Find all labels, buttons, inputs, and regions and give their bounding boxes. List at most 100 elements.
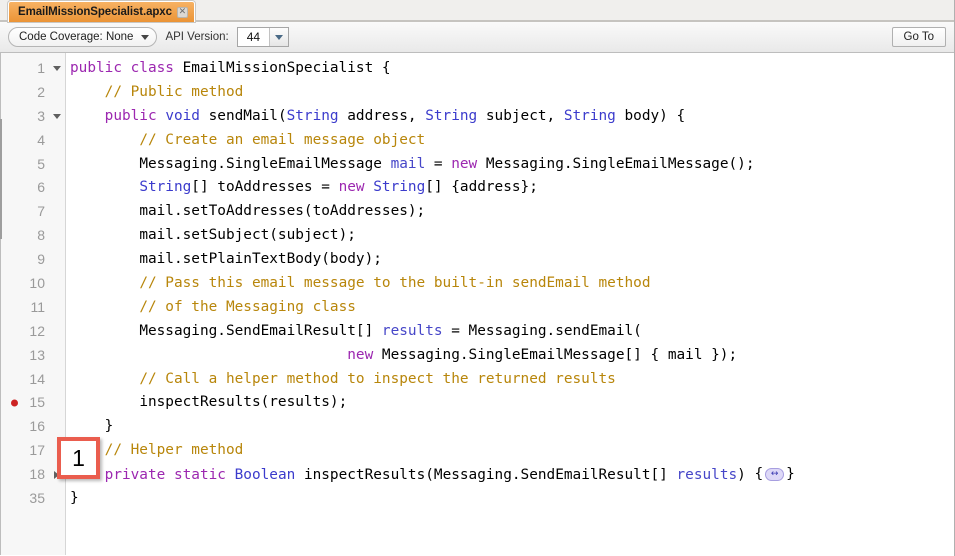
code-token: Messaging.SingleEmailMessage(); [477,155,755,172]
line-number: 1 [37,60,45,76]
code-token: String [563,107,616,124]
chevron-down-icon [274,34,283,40]
code-text: // Pass this email message to the built-… [65,272,954,296]
code-coverage-dropdown[interactable]: Code Coverage: None [8,27,158,47]
code-token: new [338,179,365,196]
code-line[interactable]: 4 // Create an email message object [0,129,954,153]
annotation-callout-step-1: 1 [57,437,100,479]
fold-collapse-icon[interactable] [48,114,65,120]
line-number: 12 [29,322,45,339]
fold-collapse-icon[interactable] [48,66,65,72]
code-token: address, [338,107,426,124]
code-line[interactable]: 11 // of the Messaging class [0,296,954,320]
code-line[interactable]: 14 // Call a helper method to inspect th… [0,368,954,392]
code-text: // Create an email message object [65,129,954,153]
code-line[interactable]: 13 new Messaging.SingleEmailMessage[] { … [0,344,954,368]
code-token: // Public method [104,83,244,100]
code-token: String [139,179,192,196]
code-text: Messaging.SingleEmailMessage mail = new … [65,153,954,177]
line-number: 7 [37,203,45,220]
code-line[interactable]: 16 } [0,415,954,439]
code-line[interactable]: 2 // Public method [0,81,954,105]
code-token: sendMail( [199,107,287,124]
code-text: // Public method [65,81,954,105]
code-token: ) [737,466,755,483]
code-text: Messaging.SendEmailResult[] results = Me… [65,320,954,344]
brace-open: { [754,465,764,482]
code-token: // Helper method [104,442,244,459]
code-text: mail.setSubject(subject); [65,224,954,248]
code-token: [] toAddresses = [191,179,339,196]
close-icon[interactable]: ✕ [176,6,188,18]
api-version-select[interactable]: 44 [236,27,289,47]
code-token: void [165,107,200,124]
code-line[interactable]: 6 String[] toAddresses = new String[] {a… [0,176,954,200]
api-version-value: 44 [246,30,261,44]
code-line[interactable]: 3 public void sendMail(String address, S… [0,105,954,129]
code-token: // of the Messaging class [139,298,356,315]
code-text: mail.setPlainTextBody(body); [65,248,954,272]
go-to-button[interactable]: Go To [891,27,946,47]
code-token: Messaging.SingleEmailMessage [139,155,391,172]
code-line[interactable]: 18 private static Boolean inspectResults… [0,463,954,487]
code-lines[interactable]: 1 public class EmailMissionSpecialist {2 … [0,53,954,555]
code-line[interactable]: 7 mail.setToAddresses(toAddresses); [0,200,954,224]
code-text: // Call a helper method to inspect the r… [65,368,954,392]
code-line[interactable]: 5 Messaging.SingleEmailMessage mail = ne… [0,153,954,177]
code-text: } [65,415,954,439]
api-version-chevron[interactable] [268,28,288,46]
line-number: 10 [29,275,45,292]
code-token: body) { [615,107,686,124]
code-text: public class EmailMissionSpecialist { [65,57,954,81]
code-line[interactable]: 12 Messaging.SendEmailResult[] results =… [0,320,954,344]
code-text: String[] toAddresses = new String[] {add… [65,176,954,200]
chevron-down-icon [141,34,150,40]
code-token: // Create an email message object [139,131,426,148]
code-token: // Pass this email message to the built-… [139,275,651,292]
code-editor-area[interactable]: 1 public class EmailMissionSpecialist {2 … [0,53,954,555]
line-number: 35 [29,490,45,507]
code-token: } [70,490,79,507]
apex-code-editor-window: EmailMissionSpecialist.apxc ✕ Code Cover… [0,0,955,556]
code-line[interactable]: 1 public class EmailMissionSpecialist { [0,57,954,81]
code-token: mail [390,155,426,172]
line-number: 18 [29,466,45,483]
code-coverage-label: Code Coverage: None [19,31,134,43]
code-token: EmailMissionSpecialist { [173,60,391,76]
code-text: new Messaging.SingleEmailMessage[] { mai… [65,344,954,368]
code-line[interactable]: 35} [0,487,954,511]
editor-tab-email-mission-specialist[interactable]: EmailMissionSpecialist.apxc ✕ [8,1,195,22]
chevron-down-icon [52,114,61,120]
line-number: 11 [30,298,45,315]
collapsed-block-icon[interactable]: {↔} [754,463,794,487]
expand-arrows-icon[interactable]: ↔ [765,468,785,482]
code-line[interactable]: 15 inspectResults(results); [0,391,954,415]
code-token: // Call a helper method to inspect the r… [139,370,616,387]
breakpoint-icon[interactable] [11,399,18,407]
code-token: mail.setSubject(subject); [139,227,356,244]
code-token: public class [70,60,174,76]
code-token: results [676,466,738,483]
code-line[interactable]: 9 mail.setPlainTextBody(body); [0,248,954,272]
code-text: private static Boolean inspectResults(Me… [65,463,954,488]
code-token: inspectResults(results); [139,394,348,411]
code-line[interactable]: 17 // Helper method [0,439,954,463]
annotation-step-number: 1 [72,444,85,471]
code-token: Boolean [234,466,296,483]
brace-close: } [786,465,795,482]
line-number: 13 [29,346,45,363]
code-line[interactable]: 8 mail.setSubject(subject); [0,224,954,248]
code-line[interactable]: 10 // Pass this email message to the bui… [0,272,954,296]
line-number: 16 [29,418,45,435]
